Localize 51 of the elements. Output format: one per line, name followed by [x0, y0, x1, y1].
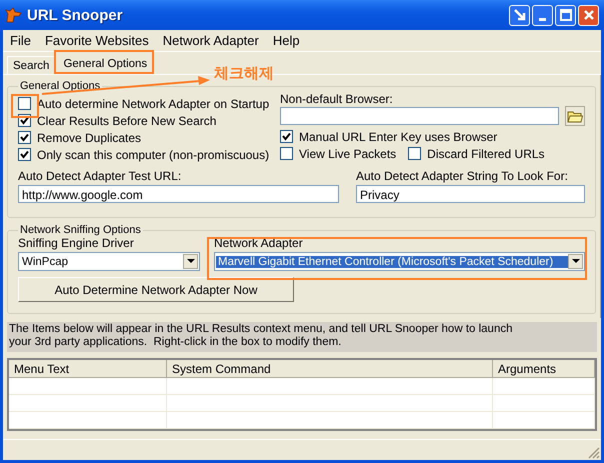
minimize-icon [539, 18, 546, 20]
checkbox[interactable] [280, 130, 293, 143]
caret-icon [568, 254, 583, 269]
checkbox-label: Remove Duplicates [37, 130, 142, 144]
field-label: Auto Detect Adapter String To Look For: [356, 169, 569, 183]
resize-grip-icon[interactable] [588, 447, 600, 459]
menu-item[interactable]: File [10, 33, 31, 48]
auto-determine-button[interactable]: Auto Determine Network Adapter Now [18, 277, 294, 302]
checkbox[interactable] [18, 148, 31, 161]
column-header[interactable]: Menu Text [9, 360, 167, 378]
checkbox-label: Discard Filtered URLs [427, 146, 545, 160]
field-label: Network Adapter [214, 236, 304, 250]
menu-item[interactable]: Help [272, 33, 300, 48]
url-field[interactable]: http://www.google.com [18, 185, 339, 203]
folder-button[interactable] [565, 106, 585, 126]
text-field[interactable]: Privacy [356, 185, 585, 203]
checkbox[interactable] [408, 147, 422, 160]
dropdown[interactable]: WinPcap [18, 252, 200, 271]
menu-item[interactable]: Favorite Websites [44, 33, 149, 48]
group-title: General Options [19, 80, 102, 92]
highlight-frame [11, 94, 39, 118]
tab[interactable]: Search [7, 56, 56, 74]
close-icon [582, 8, 596, 22]
annotation-label: 체크해제 [214, 64, 274, 83]
menu-item[interactable]: Network Adapter [162, 33, 259, 48]
field-label: Non-default Browser: [280, 92, 394, 106]
window-title: URL Snooper [27, 6, 124, 24]
checkbox-label: View Live Packets [299, 146, 396, 160]
arrow-icon [512, 8, 526, 22]
checkbox-label: Clear Results Before New Search [37, 114, 216, 128]
maximize-button[interactable] [555, 4, 576, 26]
field-label: Auto Detect Adapter Test URL: [18, 169, 182, 183]
dropdown[interactable]: Marvell Gigabit Ethernet Controller (Microsoft's Packet Scheduler) [214, 252, 585, 271]
checkbox-label: Only scan this computer (non-promiscuous) [37, 148, 270, 162]
description-text: The Items below will appear in the URL Results context menu, and tell URL Snooper how to launch your 3rd party applications. Right-click in the box to modify them. [7, 322, 597, 352]
command-table[interactable]: Menu Text System Command Arguments [7, 358, 597, 431]
arrow-button[interactable] [509, 4, 530, 26]
checkbox-label: Manual URL Enter Key uses Browser [299, 130, 498, 144]
group-title: Network Sniffing Options [19, 224, 142, 236]
checkbox[interactable] [280, 147, 293, 160]
browser-field[interactable] [280, 107, 559, 125]
checkbox[interactable] [18, 131, 31, 144]
field-label: Sniffing Engine Driver [18, 236, 135, 250]
maximize-icon [558, 8, 572, 22]
close-button[interactable] [578, 4, 599, 26]
caret-icon [183, 254, 198, 269]
checkbox[interactable] [18, 97, 31, 110]
column-header[interactable]: Arguments [493, 360, 595, 378]
minimize-button[interactable] [532, 4, 553, 26]
dog-icon [5, 6, 23, 24]
column-header[interactable]: System Command [167, 360, 493, 378]
